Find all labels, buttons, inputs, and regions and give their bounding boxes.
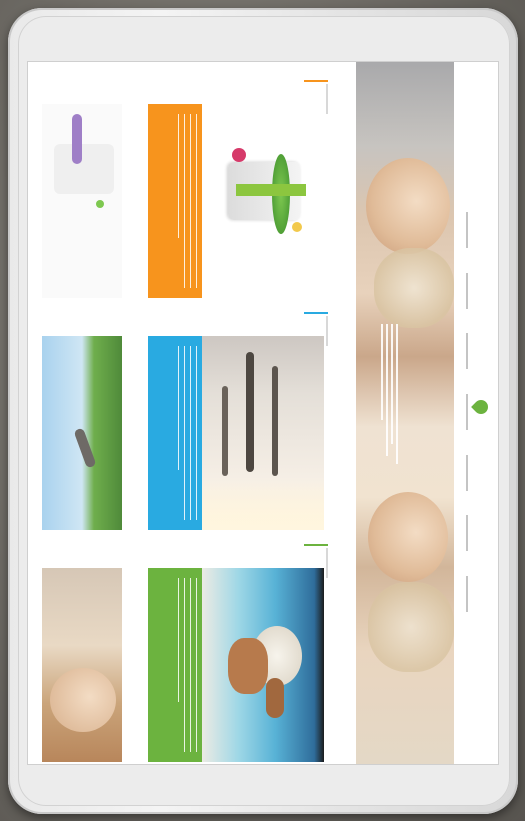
card-image (202, 104, 324, 298)
card-image (202, 568, 324, 762)
card-caption (326, 316, 328, 346)
card-text-band (148, 336, 202, 530)
card-bottom-image (42, 568, 122, 762)
hero-banner[interactable] (356, 62, 454, 764)
hero-hair-image (374, 248, 454, 328)
hero-hair-image (368, 582, 454, 672)
hero-face-image (366, 158, 450, 254)
scene: { "device": { "type": "tablet", "orienta… (0, 0, 525, 821)
card-accent-mark (304, 544, 328, 546)
card-bottom-image (42, 336, 122, 530)
card-caption (326, 84, 328, 114)
tablet-screen (28, 62, 498, 764)
card-text-band (148, 568, 202, 762)
nav-item[interactable] (466, 272, 468, 309)
card-accent-mark (304, 80, 328, 82)
nav-item[interactable] (466, 333, 468, 370)
nav-item[interactable] (466, 515, 468, 552)
card-caption (326, 548, 328, 578)
site-header (454, 62, 498, 764)
nav-item[interactable] (466, 454, 468, 491)
hero-face-image (368, 492, 448, 582)
nav-item[interactable] (466, 212, 468, 248)
website-page (28, 62, 498, 764)
leaf-icon[interactable] (471, 397, 491, 417)
feature-card-3[interactable] (28, 538, 348, 762)
hero-headline (378, 324, 398, 474)
feature-cards (28, 62, 348, 764)
card-text-band (148, 104, 202, 298)
card-bottom-image (42, 104, 122, 298)
card-accent-mark (304, 312, 328, 314)
nav-item[interactable] (466, 575, 468, 612)
feature-card-1[interactable] (28, 74, 348, 298)
card-image (202, 336, 324, 530)
main-nav (466, 212, 468, 612)
feature-card-2[interactable] (28, 306, 348, 530)
nav-item[interactable] (466, 393, 468, 430)
